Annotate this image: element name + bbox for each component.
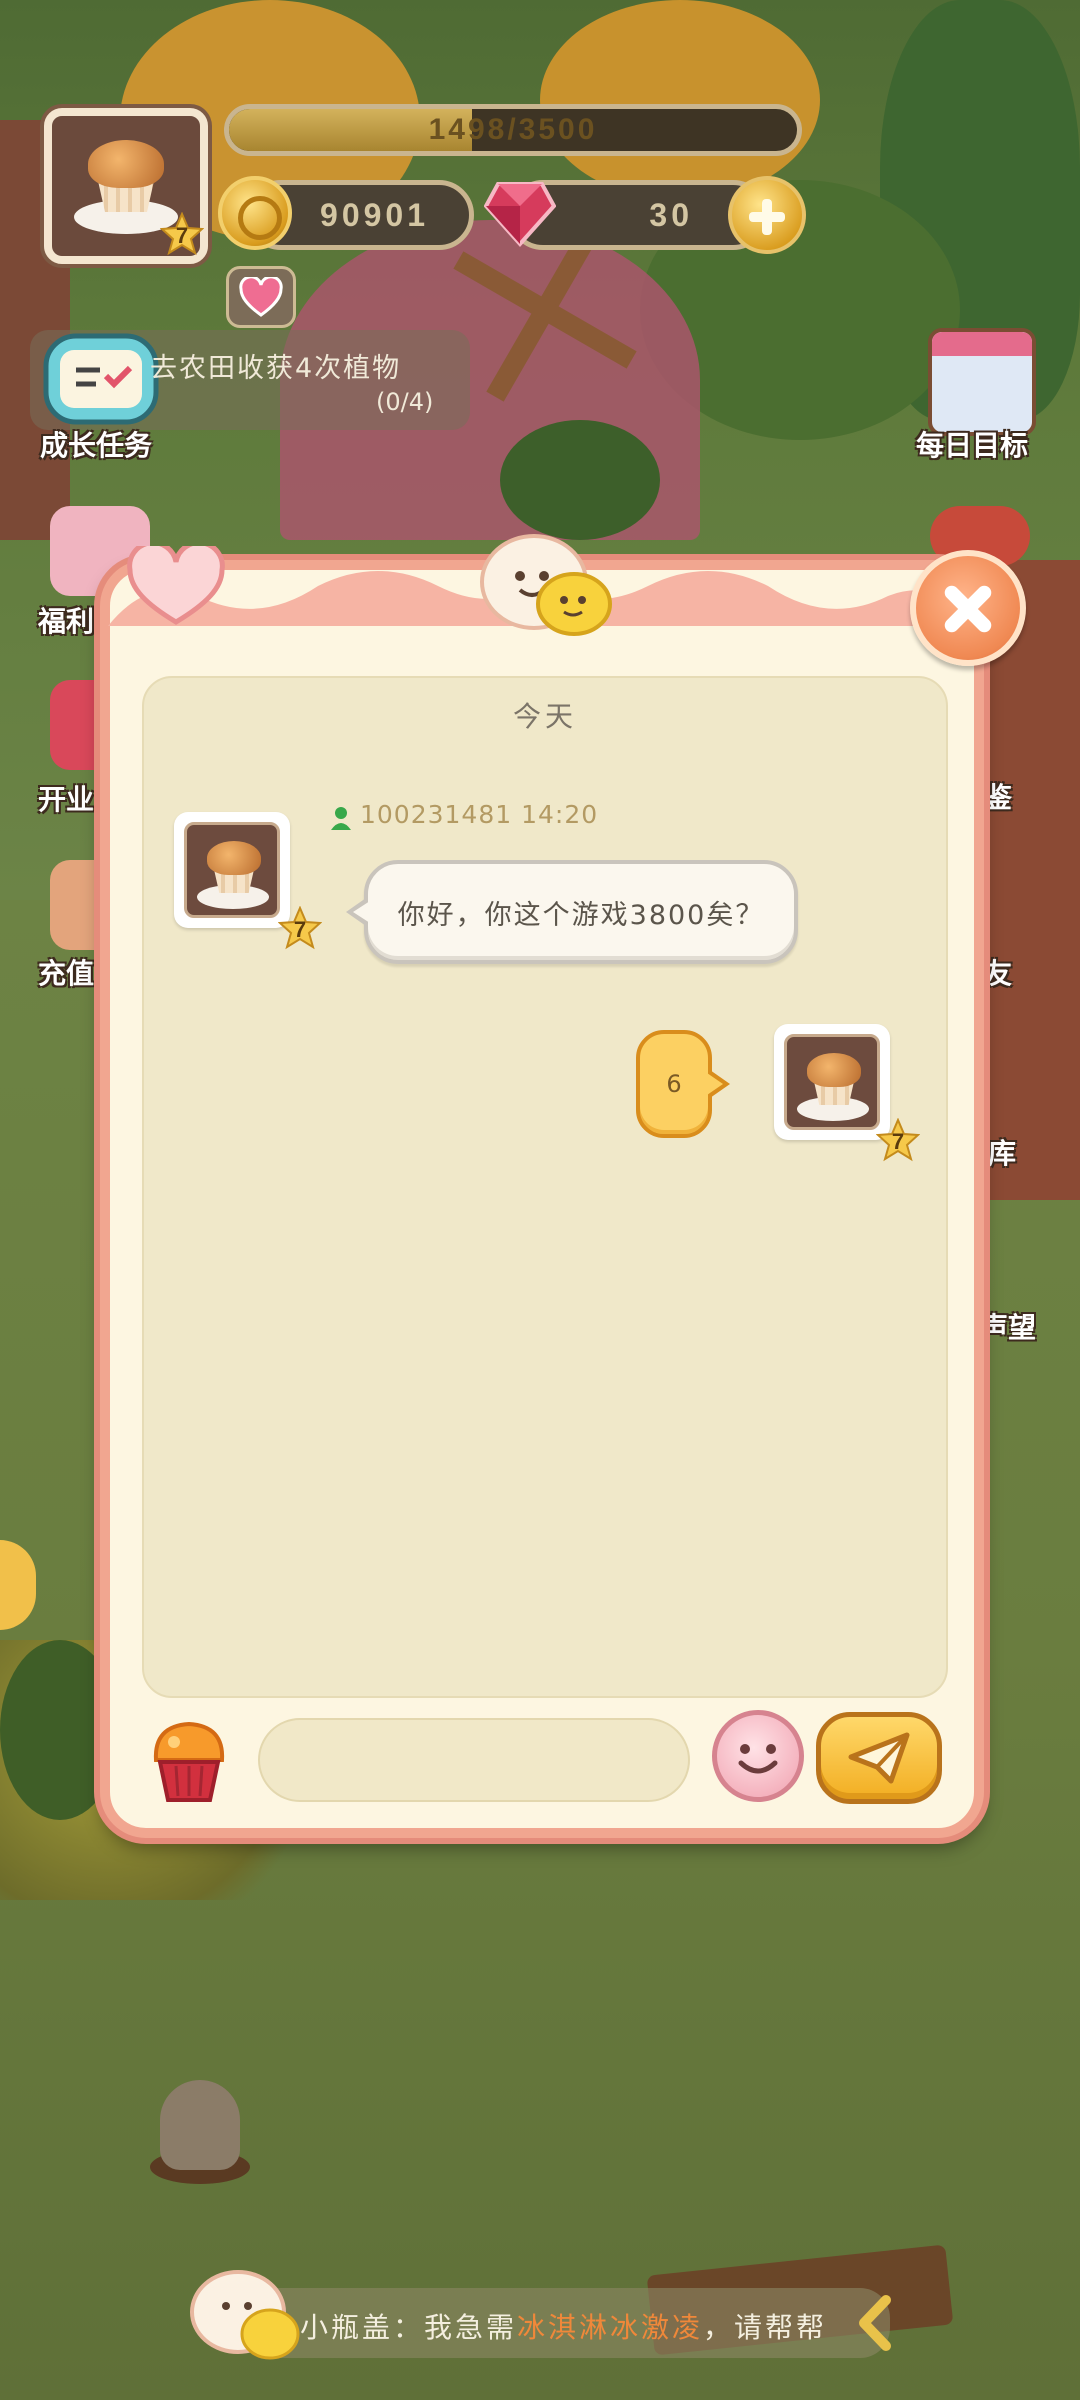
- task-title: 去农田收获4次植物: [150, 353, 402, 384]
- gem-icon: [483, 178, 557, 248]
- mole-character[interactable]: [160, 2080, 240, 2170]
- heart-decoration-icon: [126, 540, 226, 626]
- player-level-badge: 7: [159, 211, 205, 256]
- daily-goal-label[interactable]: 每日目标: [916, 424, 1028, 464]
- send-icon: [848, 1732, 910, 1784]
- task-progress: (0/4): [376, 388, 434, 416]
- outgoing-message-text: 6: [666, 1070, 682, 1098]
- side-menu-friends[interactable]: 友: [984, 952, 1012, 992]
- my-level-text: 7: [891, 1129, 905, 1154]
- my-level-badge: 7: [875, 1117, 921, 1162]
- quick-phrase-button[interactable]: [146, 1716, 232, 1806]
- sender-level-badge: 7: [277, 905, 323, 950]
- message-time: 14:20: [521, 800, 599, 829]
- side-menu-collection[interactable]: 鉴: [984, 776, 1012, 816]
- favorites-button[interactable]: [226, 266, 296, 328]
- bush: [500, 420, 660, 540]
- close-button[interactable]: [910, 550, 1026, 666]
- my-avatar[interactable]: [774, 1024, 890, 1140]
- xp-progress-bar: 1498/3500: [224, 104, 802, 156]
- player-level-text: 7: [175, 223, 189, 248]
- message-meta: 100231481 14:20: [360, 800, 598, 829]
- calendar-icon[interactable]: [928, 328, 1036, 436]
- growth-task-label[interactable]: 成长任务: [40, 424, 152, 464]
- side-menu-reputation[interactable]: 声望: [980, 1306, 1036, 1346]
- chevron-left-icon[interactable]: [854, 2294, 896, 2352]
- muffin-avatar-icon: [191, 833, 275, 913]
- ticker-prefix: 小瓶盖：我急需: [300, 2311, 518, 2344]
- sender-id: 100231481: [360, 800, 513, 829]
- smile-icon: [738, 1744, 778, 1774]
- coin-icon: [218, 176, 292, 250]
- side-menu-welfare[interactable]: 福利: [38, 600, 94, 640]
- task-board-icon[interactable]: [36, 330, 166, 430]
- emoji-button[interactable]: [712, 1710, 804, 1802]
- tree-autumn: [540, 0, 820, 200]
- chat-emblem-icon: [476, 530, 616, 640]
- send-button[interactable]: [816, 1712, 942, 1804]
- side-menu-warehouse[interactable]: 库: [988, 1132, 1016, 1172]
- heart-icon: [239, 277, 283, 317]
- incoming-message-bubble[interactable]: 你好，你这个游戏3800矣？: [346, 860, 798, 964]
- muffin-avatar-icon: [791, 1045, 875, 1125]
- outgoing-message-bubble[interactable]: 6: [636, 1030, 730, 1138]
- ticker-highlight: 冰淇淋冰激凌: [517, 2311, 704, 2344]
- add-gems-button[interactable]: [728, 176, 806, 254]
- chat-input[interactable]: [258, 1718, 690, 1802]
- side-menu-opening[interactable]: 开业: [38, 778, 94, 818]
- ticker-chat-icon: [186, 2264, 306, 2364]
- ticker-suffix: ，请帮帮: [703, 2311, 828, 2344]
- chat-date-label: 今天: [512, 700, 577, 733]
- incoming-message-text: 你好，你这个游戏3800矣？: [397, 899, 765, 931]
- xp-text: 1498/3500: [428, 113, 598, 146]
- ticker-text: 小瓶盖：我急需冰淇淋冰激凌，请帮帮: [300, 2306, 827, 2346]
- muffin-icon: [153, 1721, 225, 1802]
- user-icon: [331, 807, 351, 830]
- side-menu-recharge[interactable]: 充值: [38, 952, 94, 992]
- sender-avatar[interactable]: [174, 812, 290, 928]
- sender-level-text: 7: [293, 917, 307, 942]
